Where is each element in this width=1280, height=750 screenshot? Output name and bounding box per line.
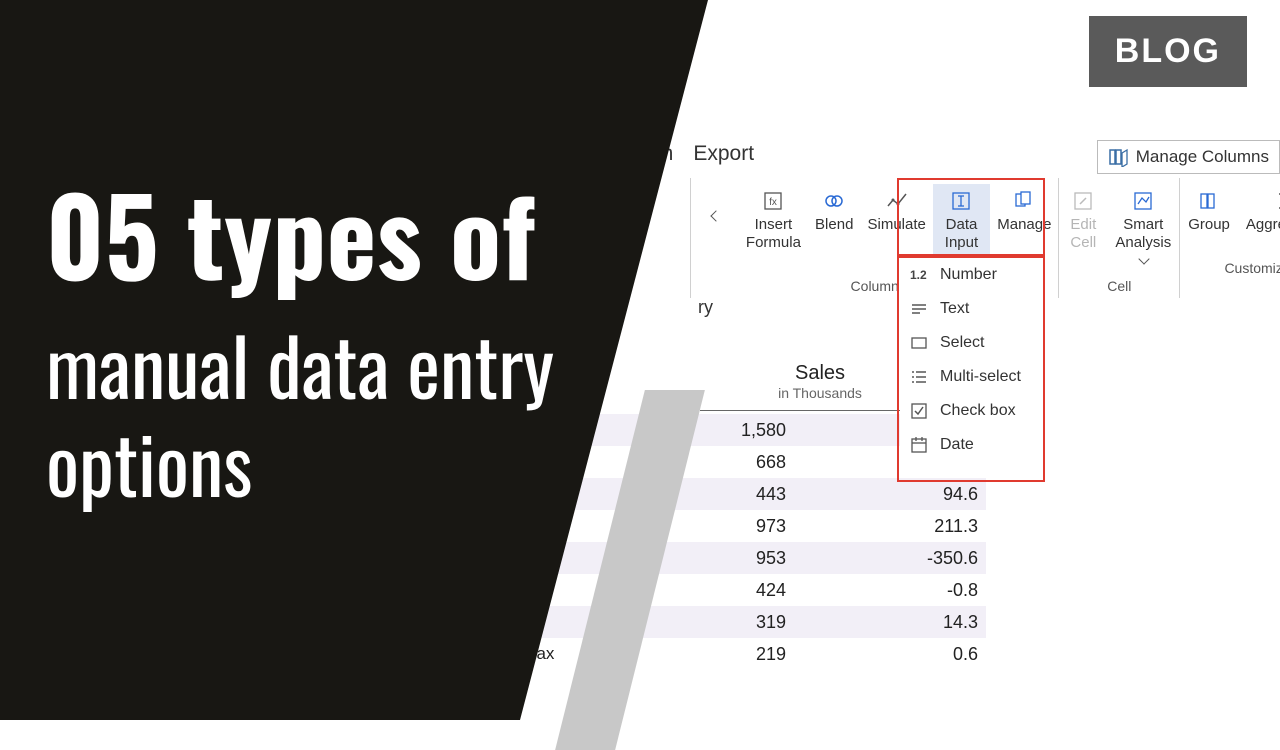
simulate-icon (886, 190, 908, 212)
table-row[interactable]: 31914.3 (500, 606, 986, 638)
number-icon: 1.2 (910, 266, 928, 284)
formula-icon: fx (762, 190, 784, 212)
aggregation-button[interactable]: Aggregation (1238, 184, 1280, 256)
blend-icon (823, 190, 845, 212)
data-input-icon (950, 190, 972, 212)
group-icon (1198, 190, 1220, 212)
header-rule (700, 410, 900, 411)
multi-select-icon (910, 368, 928, 386)
select-icon (910, 334, 928, 352)
chevron-down-icon (1139, 253, 1150, 264)
data-input-dropdown: 1.2 Number Text Select Multi-select Chec… (900, 258, 1043, 462)
dropdown-item-number[interactable]: 1.2 Number (900, 258, 1043, 292)
group-label-customize: Customize (1224, 260, 1280, 276)
insert-formula-button[interactable]: fx Insert Formula (739, 184, 808, 274)
columns-icon (1108, 147, 1128, 167)
blog-badge: BLOG (1089, 16, 1247, 87)
text-icon (910, 300, 928, 318)
svg-text:1.2: 1.2 (910, 268, 927, 282)
chevron-left-button[interactable] (691, 184, 739, 274)
svg-text:fx: fx (770, 197, 778, 208)
dropdown-item-date[interactable]: Date (900, 428, 1043, 462)
partial-text-ry: ry (698, 297, 713, 318)
date-icon (910, 436, 928, 454)
table-row[interactable]: & Fax2190.6 (500, 638, 986, 670)
manage-columns-button[interactable]: Manage Columns (1097, 140, 1280, 174)
smart-analysis-button[interactable]: Smart Analysis (1107, 184, 1179, 274)
manage-icon (1013, 190, 1035, 212)
chevron-left-icon (710, 210, 721, 221)
edit-cell-icon (1072, 190, 1094, 212)
aggregation-icon (1275, 190, 1280, 212)
table-row[interactable]: 953-350.6 (500, 542, 986, 574)
dropdown-item-check-box[interactable]: Check box (900, 394, 1043, 428)
column-header-sales: Sales in Thousands (760, 362, 880, 401)
dropdown-item-multi-select[interactable]: Multi-select (900, 360, 1043, 394)
dropdown-item-text[interactable]: Text (900, 292, 1043, 326)
dropdown-item-select[interactable]: Select (900, 326, 1043, 360)
table-row[interactable]: 424-0.8 (500, 574, 986, 606)
tab-export[interactable]: Export (693, 142, 754, 166)
group-label-cell: Cell (1107, 278, 1131, 294)
manage-columns-label: Manage Columns (1136, 147, 1269, 167)
group-button[interactable]: Group (1180, 184, 1238, 256)
smart-analysis-icon (1132, 190, 1154, 212)
blend-button[interactable]: Blend (808, 184, 861, 274)
group-label-column: Column (851, 278, 899, 294)
checkbox-icon (910, 402, 928, 420)
edit-cell-button: Edit Cell (1059, 184, 1107, 274)
